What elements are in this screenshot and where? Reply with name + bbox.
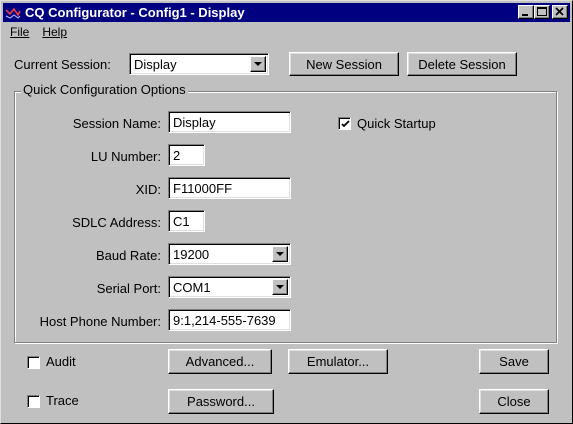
dropdown-arrow-icon[interactable]: [272, 246, 288, 262]
menu-bar: File Help: [3, 23, 570, 41]
dropdown-arrow-icon[interactable]: [250, 56, 266, 72]
audit-label[interactable]: Audit: [46, 354, 76, 369]
current-session-label: Current Session:: [14, 57, 111, 72]
menu-help[interactable]: Help: [35, 25, 73, 39]
new-session-button[interactable]: New Session: [289, 52, 399, 76]
delete-session-button[interactable]: Delete Session: [407, 52, 517, 76]
emulator-button[interactable]: Emulator...: [288, 349, 388, 374]
lu-number-input[interactable]: 2: [168, 144, 205, 166]
quick-config-title: Quick Configuration Options: [21, 82, 188, 97]
serial-port-select[interactable]: COM1: [168, 276, 291, 298]
baud-rate-value: 19200: [173, 246, 210, 262]
serial-port-label: Serial Port:: [96, 281, 161, 296]
close-window-button[interactable]: [552, 5, 568, 19]
save-button[interactable]: Save: [479, 349, 549, 374]
sdlc-address-input[interactable]: C1: [168, 210, 205, 232]
session-name-label: Session Name:: [72, 116, 161, 131]
host-phone-input[interactable]: 9:1,214-555-7639: [168, 309, 291, 331]
menu-help-label: Help: [42, 25, 68, 39]
menu-file-label: File: [10, 25, 30, 39]
xid-label: XID:: [135, 182, 161, 197]
dropdown-arrow-icon[interactable]: [272, 279, 288, 295]
app-icon: [5, 5, 21, 20]
baud-rate-label: Baud Rate:: [95, 248, 161, 263]
maximize-button[interactable]: [534, 5, 550, 19]
minimize-icon: [522, 14, 528, 16]
audit-checkbox[interactable]: [27, 356, 40, 369]
password-button[interactable]: Password...: [168, 389, 274, 414]
current-session-select[interactable]: Display: [129, 53, 269, 75]
window-title: CQ Configurator - Config1 - Display: [25, 5, 245, 20]
checkmark-icon: [341, 120, 350, 128]
host-phone-label: Host Phone Number:: [39, 314, 161, 329]
trace-checkbox[interactable]: [27, 395, 40, 408]
title-bar: CQ Configurator - Config1 - Display: [3, 3, 570, 22]
minimize-button[interactable]: [518, 5, 534, 19]
xid-input[interactable]: F11000FF: [168, 177, 291, 199]
quick-startup-label[interactable]: Quick Startup: [357, 116, 436, 131]
maximize-icon: [537, 7, 547, 16]
menu-file[interactable]: File: [3, 25, 35, 39]
close-icon: [555, 7, 564, 16]
sdlc-address-label: SDLC Address:: [72, 215, 161, 230]
baud-rate-select[interactable]: 19200: [168, 243, 291, 265]
advanced-button[interactable]: Advanced...: [168, 349, 272, 374]
close-button[interactable]: Close: [479, 389, 549, 414]
main-window: CQ Configurator - Config1 - Display File…: [0, 0, 573, 424]
trace-label[interactable]: Trace: [46, 393, 79, 408]
current-session-value: Display: [134, 56, 177, 72]
lu-number-label: LU Number:: [90, 149, 161, 164]
serial-port-value: COM1: [173, 279, 211, 295]
quick-startup-checkbox[interactable]: [338, 117, 351, 130]
session-name-input[interactable]: Display: [168, 111, 291, 133]
